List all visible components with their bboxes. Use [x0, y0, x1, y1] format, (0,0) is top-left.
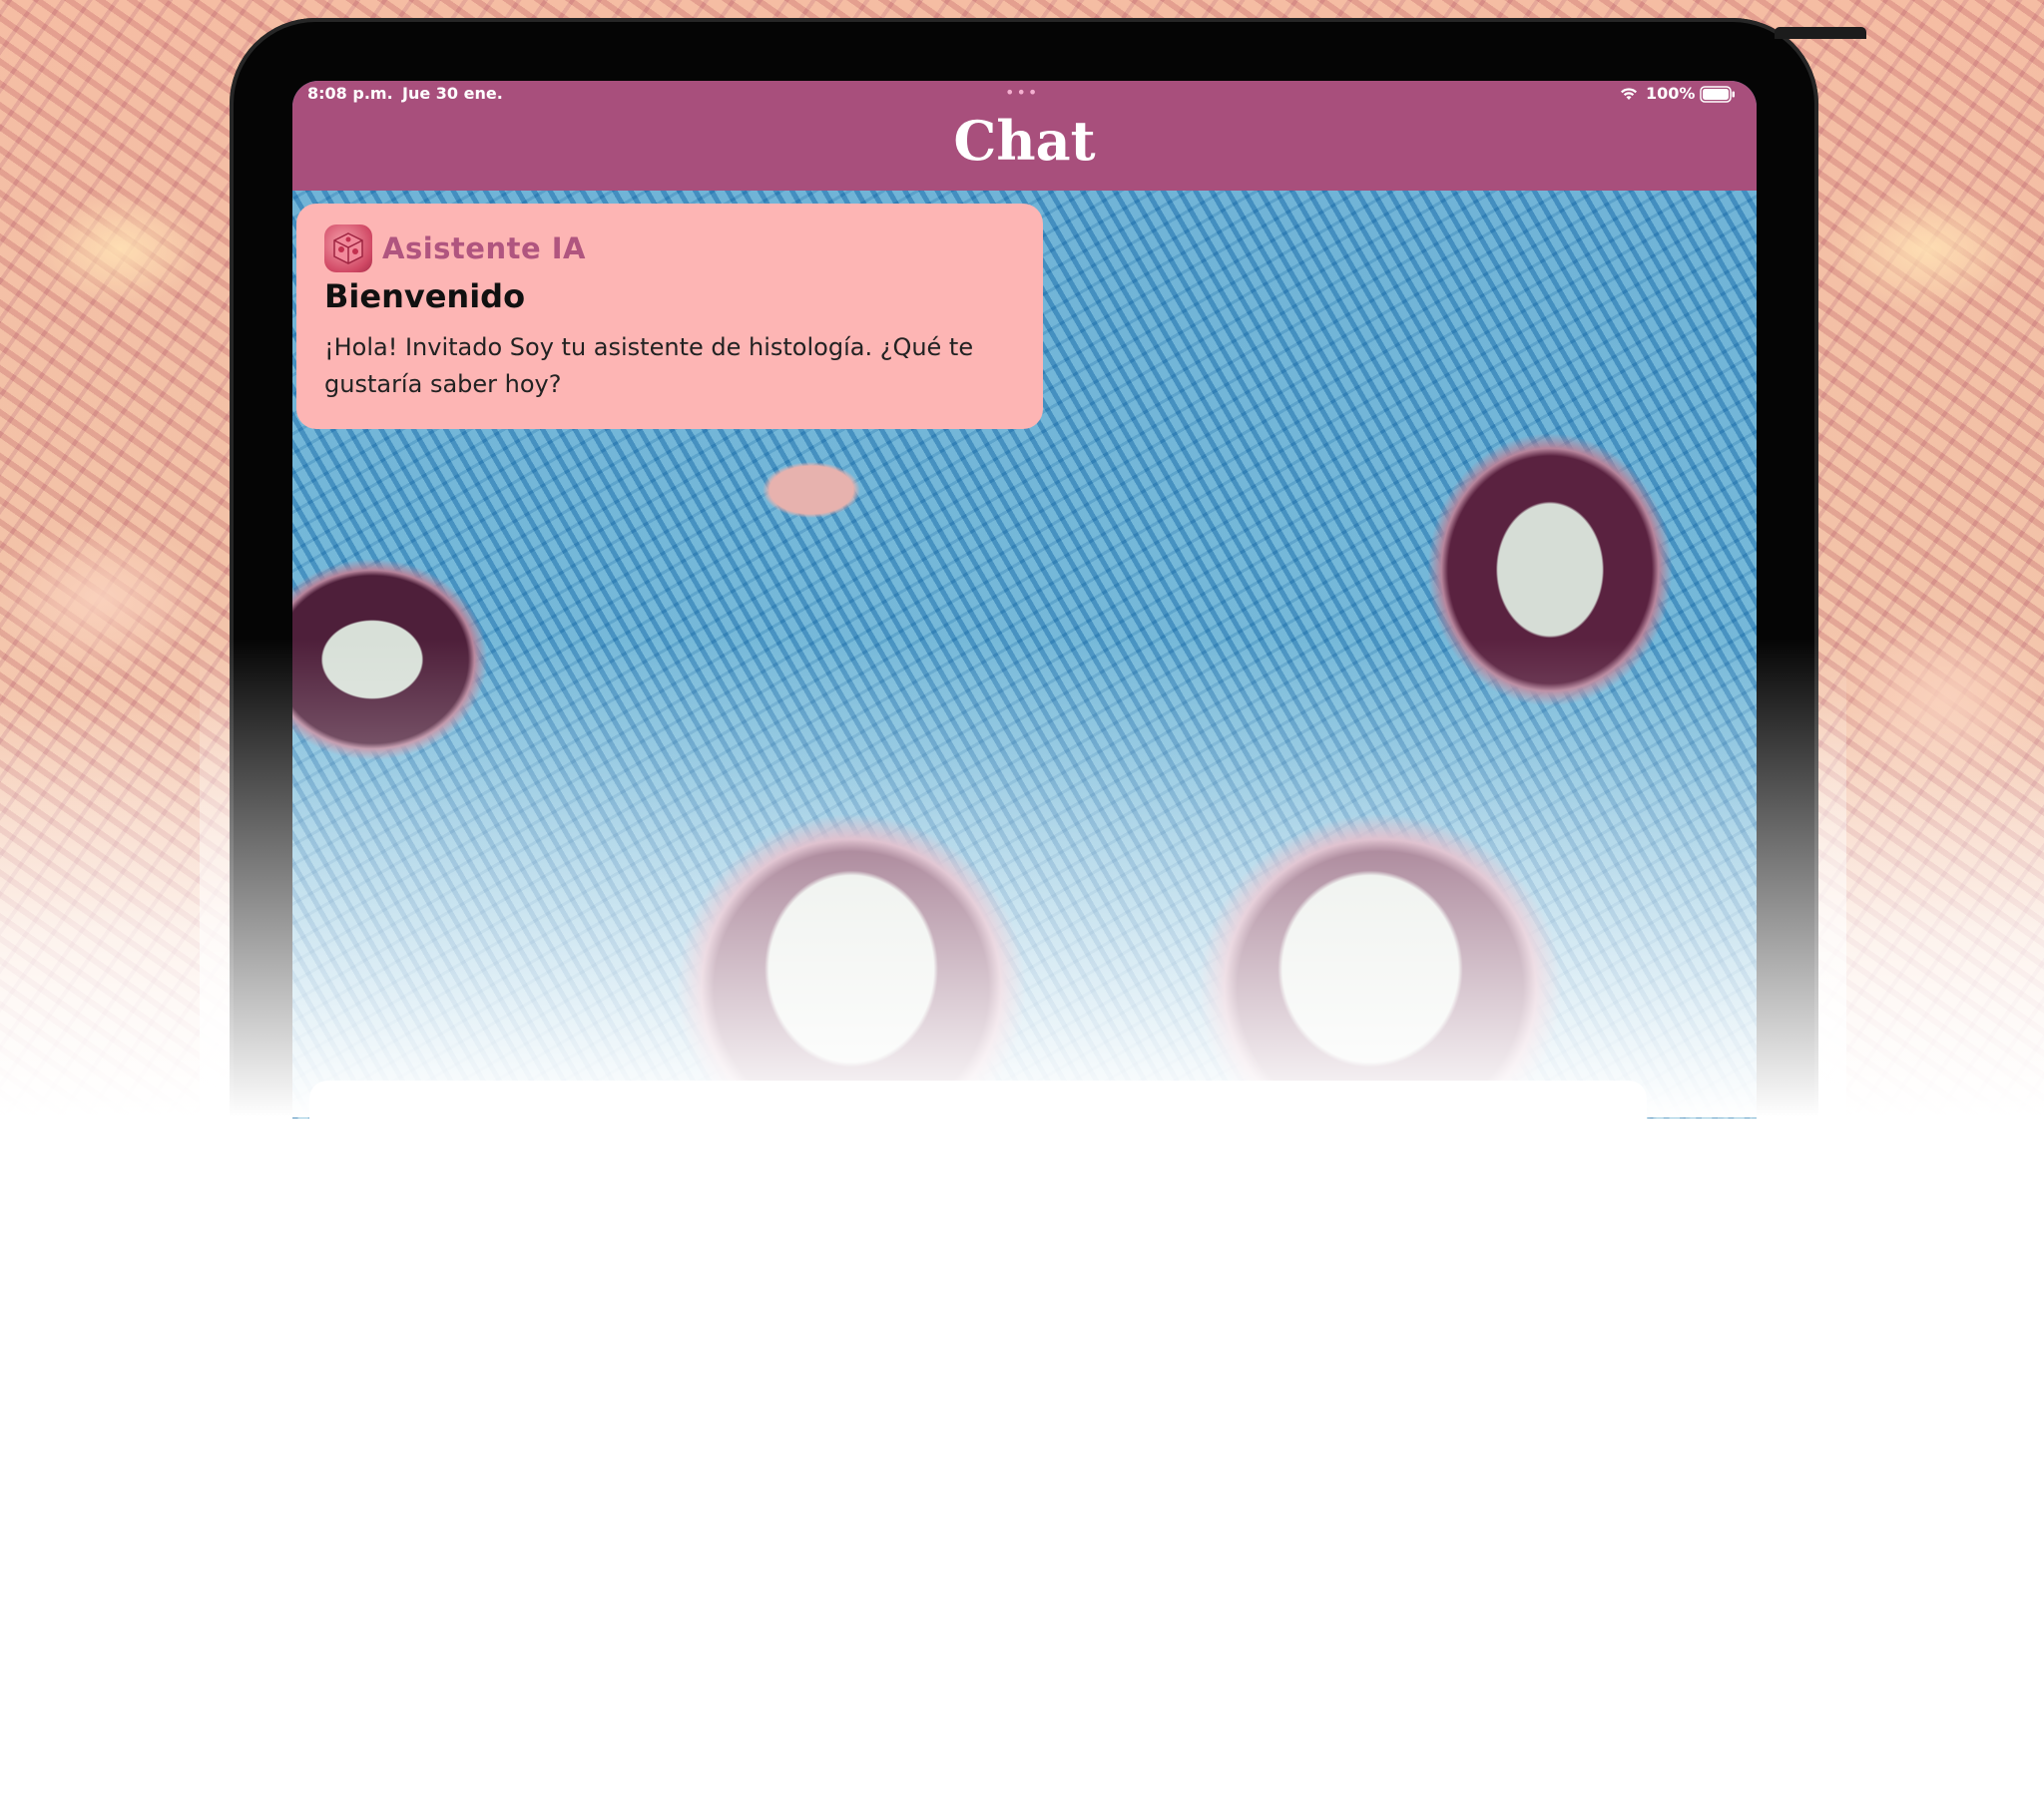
message-title: Bienvenido — [324, 277, 526, 315]
sender-name: Asistente IA — [382, 231, 586, 265]
assistant-message-card: Asistente IA Bienvenido ¡Hola! Invitado … — [296, 204, 1043, 429]
cell-cube-glyph — [333, 232, 363, 264]
battery-percent: 100% — [1646, 84, 1696, 103]
battery-icon — [1700, 86, 1735, 103]
device-fade-overlay — [200, 639, 1846, 1118]
message-text: ¡Hola! Invitado Soy tu asistente de hist… — [324, 333, 974, 398]
navigation-bar: 8:08 p.m. Jue 30 ene. ••• 100% Chat — [292, 81, 1757, 191]
status-date: Jue 30 ene. — [402, 84, 503, 103]
multitasking-dots[interactable]: ••• — [1005, 83, 1039, 102]
wifi-icon — [1621, 88, 1637, 100]
top-button — [1775, 27, 1866, 39]
page-title: Chat — [953, 109, 1096, 173]
cell-cube-icon — [324, 224, 372, 272]
message-header: Asistente IA — [324, 224, 1015, 273]
status-time: 8:08 p.m. — [307, 84, 393, 103]
